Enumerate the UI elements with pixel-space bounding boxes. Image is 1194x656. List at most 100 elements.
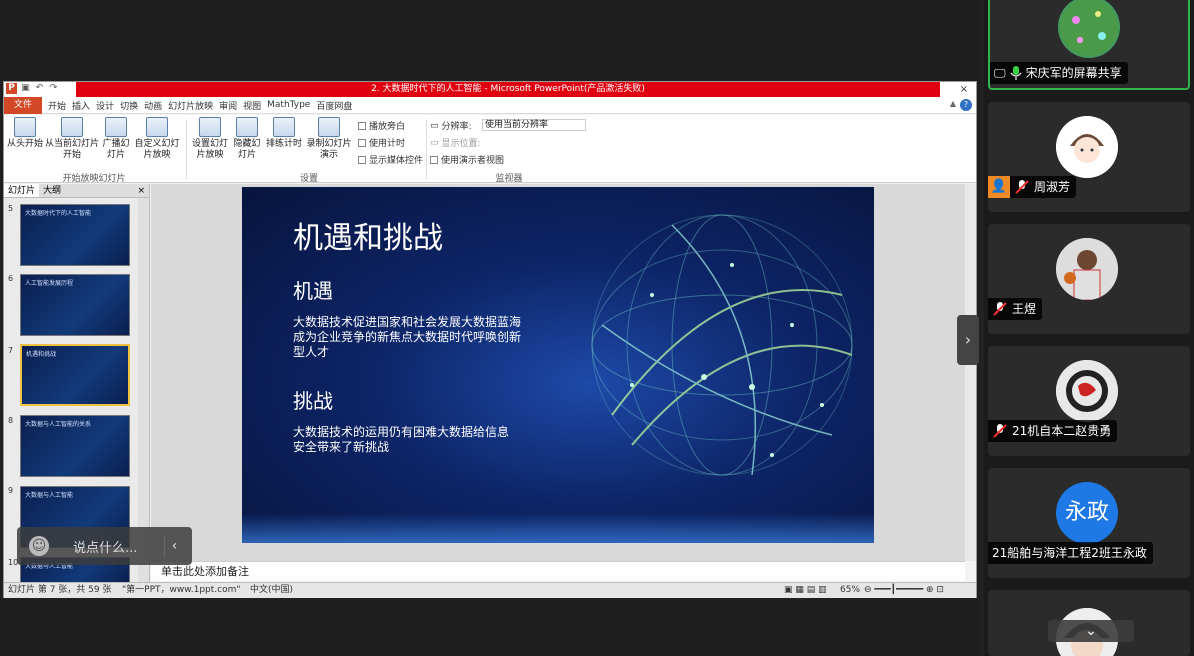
collapse-panel-icon[interactable]: › (957, 315, 979, 365)
show-on-select[interactable]: ▭ 显示位置: (430, 136, 481, 150)
notes-field[interactable]: 单击此处添加备注 (151, 561, 965, 581)
avatar-image (1056, 238, 1118, 300)
tab-file[interactable]: 文件 (4, 96, 43, 114)
undo-icon[interactable]: ↶ (34, 83, 45, 94)
zoom-level[interactable]: 65% (840, 583, 860, 598)
ribbon: 从头开始 从当前幻灯片开始 广播幻灯片 自定义幻灯片放映 开始放映幻灯片 设置幻… (4, 115, 976, 184)
presenter-view-checkbox[interactable]: 使用演示者视图 (430, 153, 504, 166)
monitor-icon: ▭ (430, 120, 439, 131)
avatar-image (1056, 360, 1118, 422)
avatar (1058, 0, 1120, 58)
tab-baidu-netdisk[interactable]: 百度网盘 (316, 99, 352, 112)
custom-show-button[interactable]: 自定义幻灯片放映 (132, 117, 182, 161)
thumb-title: 大数据时代下的人工智能 (25, 210, 92, 217)
emoji-icon[interactable]: ☺ (29, 536, 49, 556)
divider (186, 119, 187, 179)
tab-design[interactable]: 设计 (96, 99, 114, 112)
thumb-number: 8 (8, 416, 14, 425)
tab-view[interactable]: 视图 (243, 99, 261, 112)
chat-placeholder: 说点什么... (73, 541, 138, 556)
current-slide[interactable]: 机遇和挑战 机遇 大数据技术促进国家和社会发展大数据蓝海成为企业竞争的新焦点大数… (242, 187, 874, 543)
tab-slides[interactable]: 幻灯片 (4, 184, 40, 197)
slide-thumbnail[interactable]: 人工智能发展历程 (20, 274, 130, 336)
participants-panel: 🖵 宋庆军的屏幕共享 👤 周淑芳 王煜 21机自本二赵贵勇 永政 21船舶与海洋… (984, 0, 1194, 656)
record-button[interactable]: 录制幻灯片演示 (305, 117, 353, 161)
record-icon (318, 117, 340, 137)
microphone-on-icon (1010, 66, 1022, 80)
narration-checkbox[interactable]: 播放旁白 (358, 119, 405, 132)
decorative-glow (242, 513, 874, 543)
meeting-window: P ▣ ↶ ↷ 2. 大数据时代下的人工智能 - Microsoft Power… (0, 0, 1194, 656)
custom-show-icon (146, 117, 168, 137)
monitor-icon: ▭ (430, 137, 439, 148)
media-controls-checkbox[interactable]: 显示媒体控件 (358, 153, 423, 166)
participant-name: 王煜 (1012, 302, 1037, 316)
redo-icon[interactable]: ↷ (48, 83, 59, 94)
participant-name-tag: 王煜 (988, 298, 1043, 320)
slide-position: 幻灯片 第 7 张，共 59 张 (8, 585, 112, 595)
collapse-chat-icon[interactable]: ‹ (164, 535, 184, 557)
hide-slide-button[interactable]: 隐藏幻灯片 (232, 117, 262, 161)
slide-thumbnail[interactable]: 大数据时代下的人工智能 (20, 204, 130, 266)
help-icon[interactable]: ? (960, 99, 972, 111)
divider (426, 119, 427, 179)
broadcast-icon (105, 117, 127, 137)
shared-screen: P ▣ ↶ ↷ 2. 大数据时代下的人工智能 - Microsoft Power… (0, 0, 980, 656)
slide-thumbnail[interactable]: 大数据与人工智能的关系 (20, 415, 130, 477)
editor-scrollbar[interactable] (965, 184, 976, 561)
scroll-down-icon[interactable]: ⌄ (1048, 620, 1134, 642)
microphone-muted-icon (1015, 180, 1029, 194)
participant-tile[interactable]: 21机自本二赵贵勇 (988, 346, 1190, 456)
tab-review[interactable]: 审阅 (219, 99, 237, 112)
ribbon-tabs: 文件 开始 插入 设计 切换 动画 幻灯片放映 审阅 视图 MathType 百… (4, 96, 976, 114)
tab-transitions[interactable]: 切换 (120, 99, 138, 112)
zoom-slider[interactable]: ⊖ ━━━┃━━━━━ ⊕ ⊡ (864, 583, 944, 598)
tab-insert[interactable]: 插入 (72, 99, 90, 112)
thumb-title: 机遇和挑战 (26, 351, 57, 358)
slide-text-challenge: 大数据技术的运用仍有困难大数据给信息安全带来了新挑战 (293, 425, 510, 454)
language[interactable]: 中文(中国) (250, 583, 293, 598)
view-buttons[interactable]: ▣ ▦ ▤ ▥ (784, 583, 827, 598)
tab-outline[interactable]: 大纲 (39, 184, 65, 197)
slide-thumbnail-selected[interactable]: 机遇和挑战 (20, 344, 130, 406)
thumb-title: 人工智能发展历程 (25, 280, 74, 287)
close-button[interactable]: × (960, 82, 968, 97)
participant-tile[interactable]: 永政 21船舶与海洋工程2班王永政 (988, 468, 1190, 578)
pane-close-icon[interactable]: × (133, 184, 149, 197)
tab-mathtype[interactable]: MathType (267, 100, 310, 110)
chat-input-bar[interactable]: ☺ 说点什么... ‹ (17, 527, 192, 565)
participant-tile-screen-share[interactable]: 🖵 宋庆军的屏幕共享 (988, 0, 1190, 90)
network-globe-graphic (591, 214, 853, 476)
setup-show-button[interactable]: 设置幻灯片放映 (190, 117, 230, 161)
slide-editor: 机遇和挑战 机遇 大数据技术促进国家和社会发展大数据蓝海成为企业竞争的新焦点大数… (151, 184, 965, 561)
participant-tile[interactable]: 王煜 (988, 224, 1190, 334)
thumb-number: 6 (8, 274, 14, 283)
thumb-title: 大数据与人工智能的关系 (25, 421, 92, 428)
participant-tile[interactable]: 👤 周淑芳 (988, 102, 1190, 212)
slide-heading-opportunity: 机遇 (293, 279, 333, 303)
powerpoint-logo-icon: P (6, 83, 17, 94)
checkbox-icon (358, 155, 366, 164)
participant-name: 宋庆军的屏幕共享 (1025, 66, 1122, 80)
powerpoint-window: P ▣ ↶ ↷ 2. 大数据时代下的人工智能 - Microsoft Power… (3, 81, 977, 598)
tab-slideshow[interactable]: 幻灯片放映 (168, 99, 213, 112)
rehearse-button[interactable]: 排练计时 (265, 117, 303, 150)
screen-share-icon: 🖵 (994, 66, 1006, 80)
microphone-muted-icon (993, 302, 1007, 316)
microphone-muted-icon (993, 424, 1007, 438)
slideshow-current-icon (61, 117, 83, 137)
from-current-button[interactable]: 从当前幻灯片开始 (44, 117, 100, 161)
minimize-ribbon-icon[interactable]: ▲ (950, 99, 956, 108)
resolution-select[interactable]: 使用当前分辨率 (482, 119, 586, 131)
rehearse-timer-icon (273, 117, 295, 137)
from-start-button[interactable]: 从头开始 (6, 117, 44, 150)
participant-name-tag: 👤 周淑芳 (988, 176, 1077, 198)
tab-home[interactable]: 开始 (48, 99, 66, 112)
broadcast-button[interactable]: 广播幻灯片 (102, 117, 130, 161)
setup-icon (199, 117, 221, 137)
timing-checkbox[interactable]: 使用计时 (358, 136, 405, 149)
tab-animations[interactable]: 动画 (144, 99, 162, 112)
save-icon[interactable]: ▣ (20, 83, 31, 94)
slides-pane: 幻灯片 大纲 × 5 大数据时代下的人工智能 6 人工智能发展历程 7 机遇和挑… (4, 184, 150, 584)
participant-name-tag: 21机自本二赵贵勇 (988, 420, 1118, 442)
